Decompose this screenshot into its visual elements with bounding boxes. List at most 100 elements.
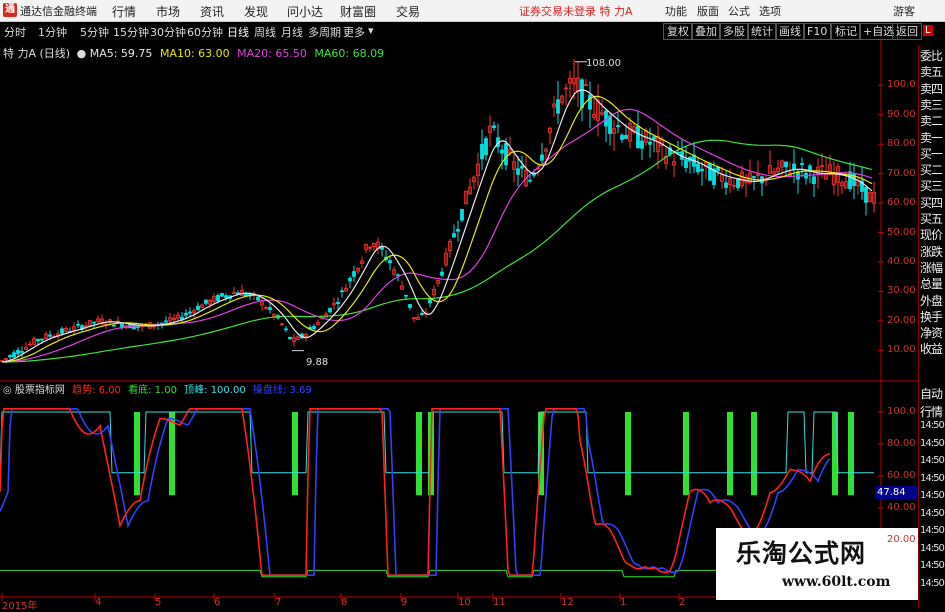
overlay-button[interactable]: 叠加: [691, 23, 721, 40]
side-quote-label: 涨跌: [920, 244, 943, 259]
multi-stock-button[interactable]: 多股: [719, 23, 749, 40]
candle-body: [516, 168, 520, 175]
tab-30min[interactable]: 30分钟: [150, 24, 186, 40]
indicator-y-label: 60.00: [887, 470, 916, 481]
back-button[interactable]: 返回: [892, 23, 922, 40]
menu-formula[interactable]: 公式: [728, 3, 750, 19]
bottom-signal-bar: [727, 412, 733, 496]
chart-area[interactable]: [0, 40, 918, 609]
trade-time-label: 14:50: [920, 577, 945, 589]
candle-body: [20, 350, 24, 353]
main-y-label: 50.00: [887, 226, 916, 238]
tab-5min[interactable]: 5分钟: [80, 24, 109, 40]
candle-body: [480, 143, 484, 160]
side-quote-label: 净资: [920, 326, 943, 341]
adjust-button[interactable]: 复权: [663, 23, 693, 40]
candle-body: [636, 125, 640, 149]
date-tick-label: 2015年: [2, 601, 38, 612]
tab-monthly[interactable]: 月线: [281, 24, 303, 40]
main-y-label: 40.00: [887, 255, 916, 267]
menu-trade[interactable]: 交易: [396, 3, 420, 20]
candle-body: [388, 260, 392, 264]
menu-ask-xiaoda[interactable]: 问小达: [287, 3, 323, 20]
stats-button[interactable]: 统计: [747, 23, 777, 40]
indicator-icon: ◎: [3, 385, 12, 396]
main-chart-header: 特 力A (日线) ● MA5: 59.75 MA10: 63.00 MA20:…: [3, 45, 384, 61]
candle-body: [8, 355, 12, 358]
main-y-label: 60.00: [887, 197, 916, 209]
tab-1min[interactable]: 1分钟: [38, 24, 67, 40]
side-mode-label: 自动: [920, 387, 943, 401]
draw-line-button[interactable]: 画线: [775, 23, 805, 40]
candle-body: [268, 307, 272, 311]
menu-layout[interactable]: 版面: [697, 3, 719, 19]
candle-body: [652, 136, 656, 140]
candle-body: [588, 94, 592, 110]
f10-button[interactable]: F10: [803, 23, 832, 40]
guest-label[interactable]: 游客: [893, 3, 915, 19]
candle-body: [220, 293, 224, 297]
candle-body: [556, 99, 560, 114]
mark-button[interactable]: 标记: [831, 23, 861, 40]
side-quote-label: 买四: [920, 195, 943, 210]
chevron-down-icon[interactable]: ▾: [368, 24, 374, 37]
candle-body: [428, 298, 432, 304]
side-quote-label: 卖三: [920, 97, 943, 112]
candle-body: [456, 229, 460, 232]
candle-body: [648, 141, 652, 145]
tab-more[interactable]: 更多: [343, 24, 365, 40]
candle-body: [404, 294, 408, 297]
period-toolbar: 分时 1分钟 5分钟 15分钟 30分钟 60分钟 日线 周线 月线 多周期 更…: [0, 22, 945, 40]
indicator-y-label: 100.0: [887, 406, 916, 417]
candle-body: [48, 334, 52, 337]
candle-body: [16, 349, 20, 355]
tab-weekly[interactable]: 周线: [254, 24, 276, 40]
main-y-label: 80.00: [887, 138, 916, 150]
tab-timeshare[interactable]: 分时: [4, 24, 26, 40]
menu-news[interactable]: 资讯: [200, 3, 224, 20]
menu-options[interactable]: 选项: [759, 3, 781, 19]
trade-time-label: 14:50: [920, 472, 945, 484]
date-tick-label: 8: [341, 597, 348, 608]
menu-market-quotes[interactable]: 行情: [112, 3, 136, 20]
candle-body: [752, 176, 756, 178]
candle-body: [120, 323, 124, 328]
candle-body: [608, 115, 612, 134]
candle-body: [540, 154, 544, 161]
side-quote-label: 买三: [920, 179, 943, 194]
operation-line-label: 操盘线: 3.69: [252, 385, 312, 396]
tab-multi-period[interactable]: 多周期: [308, 24, 341, 40]
date-tick-label: 4: [95, 597, 102, 608]
indicator-y-label: 40.00: [887, 502, 916, 513]
candle-body: [616, 125, 620, 127]
tab-60min[interactable]: 60分钟: [187, 24, 223, 40]
trade-time-label: 14:50: [920, 420, 945, 431]
quote-side-panel[interactable]: L 委比 卖五 卖四 卖三 卖二 卖一 买一 买二 买三 买四 买五 现价 涨跌 涨幅 总量 外盘 换手 净资 收益…: [918, 25, 945, 609]
date-tick-label: 7: [275, 597, 282, 608]
low-price-marker: 9.88: [306, 357, 329, 368]
candle-body: [724, 182, 728, 188]
menu-discover[interactable]: 发现: [244, 3, 268, 20]
bottom-signal-bar: [292, 412, 298, 496]
tab-15min[interactable]: 15分钟: [113, 24, 149, 40]
candle-body: [40, 338, 44, 341]
menu-market[interactable]: 市场: [156, 3, 180, 20]
candle-body: [312, 326, 316, 329]
app-title: 通达信金融终端: [20, 5, 97, 18]
candle-body: [12, 352, 16, 358]
main-y-label: 90.00: [887, 108, 916, 120]
candle-body: [784, 161, 788, 168]
bottom-signal-bar: [751, 412, 757, 496]
menu-functions[interactable]: 功能: [665, 3, 687, 19]
candle-body: [624, 134, 628, 139]
side-quote-label: 涨幅: [920, 260, 943, 275]
candle-body: [708, 163, 712, 181]
menu-wealth-circle[interactable]: 财富圈: [340, 3, 376, 20]
candle-body: [640, 140, 644, 149]
candle-body: [340, 290, 344, 293]
tab-daily[interactable]: 日线: [227, 24, 249, 40]
candle-body: [500, 149, 504, 154]
indicator-y-label: 80.00: [887, 438, 916, 449]
trade-time-label: 14:50: [920, 525, 945, 536]
trade-time-label: 14:50: [920, 437, 945, 449]
